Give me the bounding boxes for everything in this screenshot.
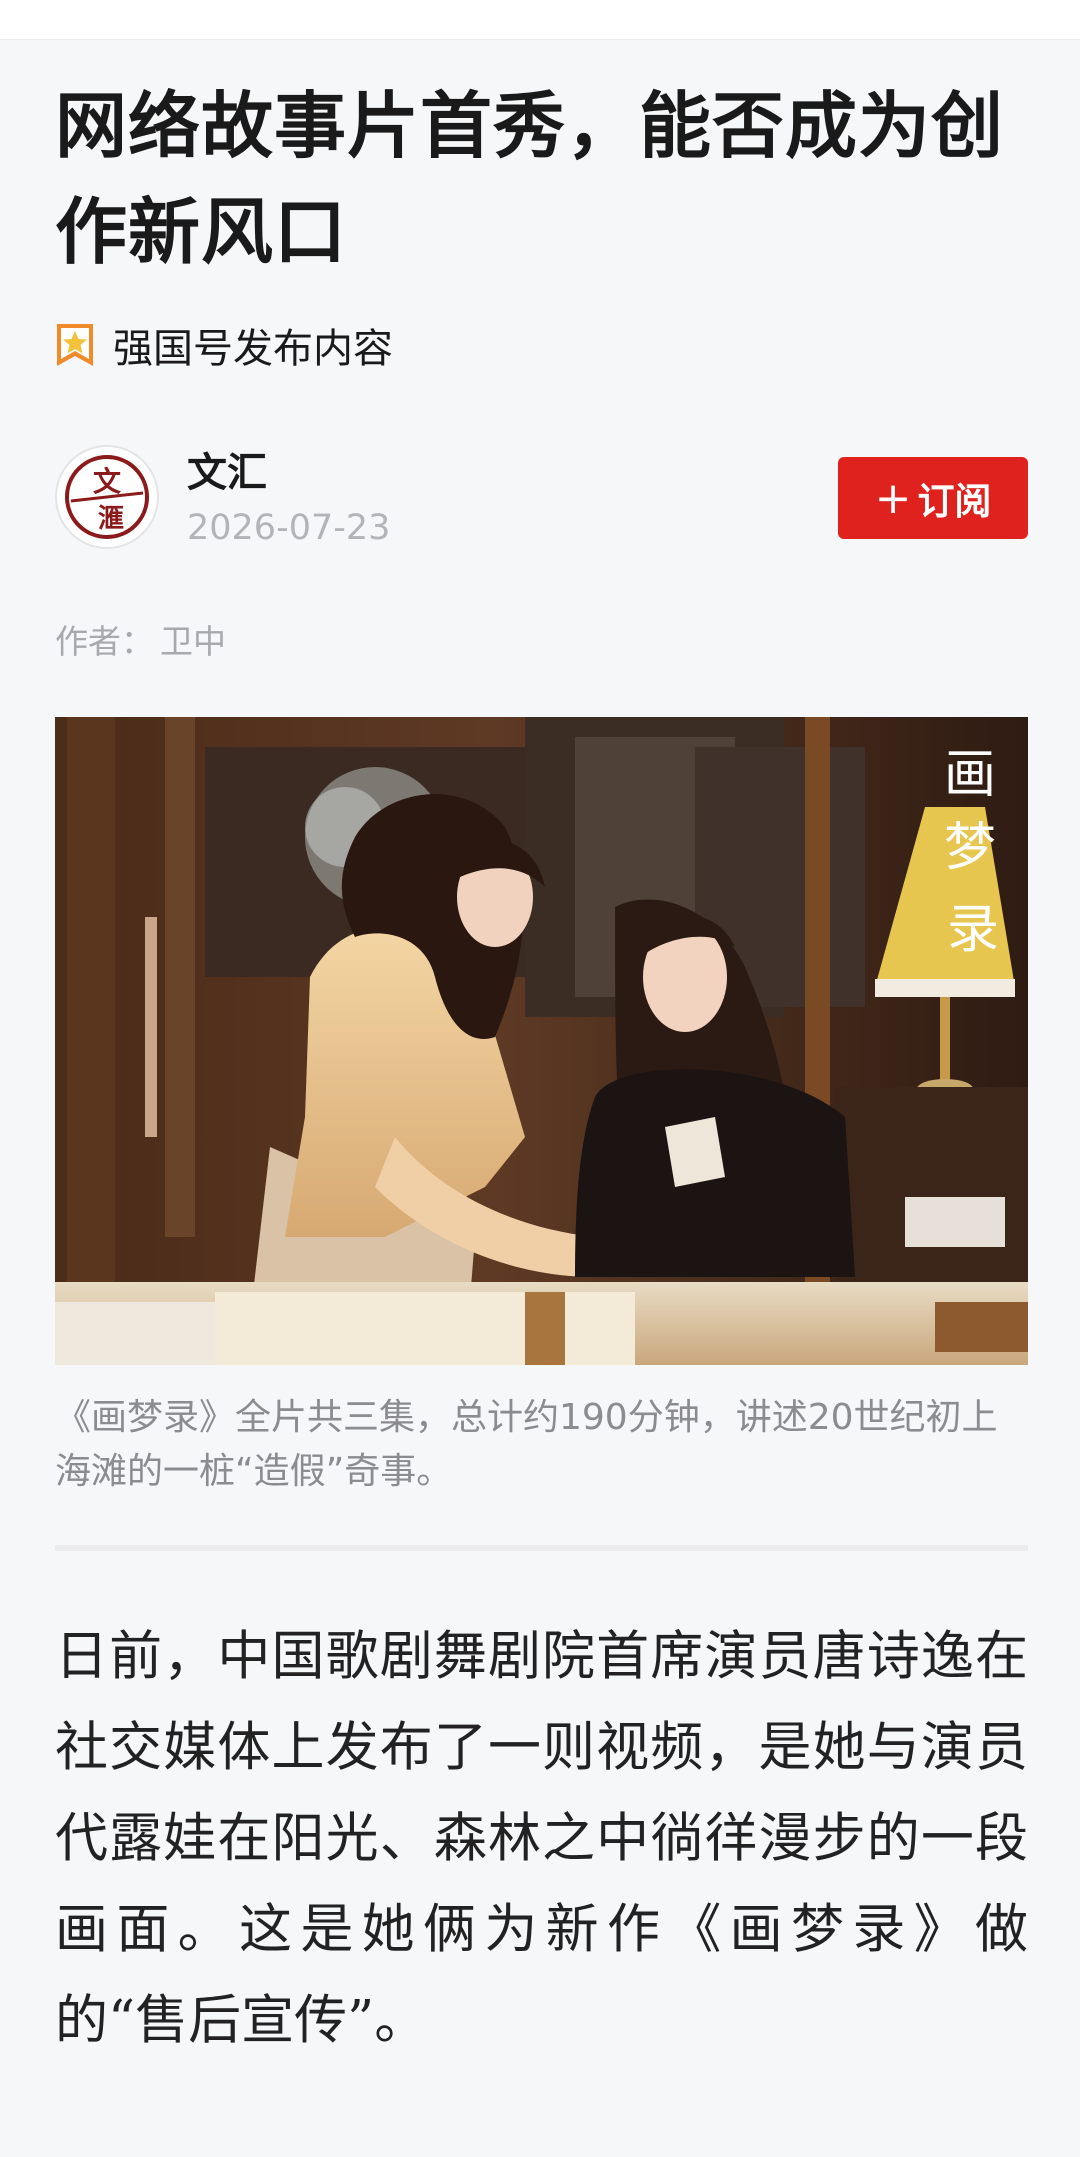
drama-still-image: 画 梦 录 bbox=[55, 717, 1028, 1365]
top-status-bar bbox=[0, 0, 1080, 40]
source-badge-label: 强国号发布内容 bbox=[113, 326, 393, 372]
section-divider bbox=[55, 1545, 1028, 1551]
overlay-title-char-2: 梦 bbox=[944, 818, 996, 878]
publish-date: 2026-07-23 bbox=[187, 508, 391, 548]
overlay-title-char-1: 画 bbox=[944, 745, 996, 805]
plus-icon: + bbox=[874, 472, 912, 524]
bookmark-star-icon bbox=[55, 322, 95, 368]
source-badge: 强国号发布内容 bbox=[55, 315, 1028, 375]
byline-author: 卫中 bbox=[160, 622, 226, 661]
article-container: 网络故事片首秀，能否成为创作新风口 强国号发布内容 文 滙 文汇 2026-07… bbox=[55, 40, 1028, 2066]
article-photo[interactable]: 画 梦 录 bbox=[55, 717, 1028, 1365]
byline-label: 作者： bbox=[55, 622, 154, 661]
publisher-row: 文 滙 文汇 2026-07-23 + 订阅 bbox=[55, 445, 1028, 555]
avatar-char-top: 文 bbox=[93, 465, 121, 498]
article-title: 网络故事片首秀，能否成为创作新风口 bbox=[55, 83, 1005, 274]
subscribe-label: 订阅 bbox=[917, 480, 992, 523]
overlay-title-char-3: 录 bbox=[947, 900, 999, 960]
publisher-name[interactable]: 文汇 bbox=[187, 445, 267, 501]
subscribe-button[interactable]: + 订阅 bbox=[838, 457, 1028, 539]
avatar-char-bottom: 滙 bbox=[98, 504, 124, 534]
article-body-paragraph: 日前，中国歌剧舞剧院首席演员唐诗逸在社交媒体上发布了一则视频，是她与演员代露娃在… bbox=[55, 1626, 1028, 2051]
publisher-logo-icon: 文 滙 bbox=[65, 455, 149, 539]
author-byline: 作者： 卫中 bbox=[55, 617, 1028, 667]
photo-caption: 《画梦录》全片共三集，总计约190分钟，讲述20世纪初上海滩的一桩“造假”奇事。 bbox=[55, 1397, 998, 1492]
publisher-avatar[interactable]: 文 滙 bbox=[55, 445, 159, 549]
